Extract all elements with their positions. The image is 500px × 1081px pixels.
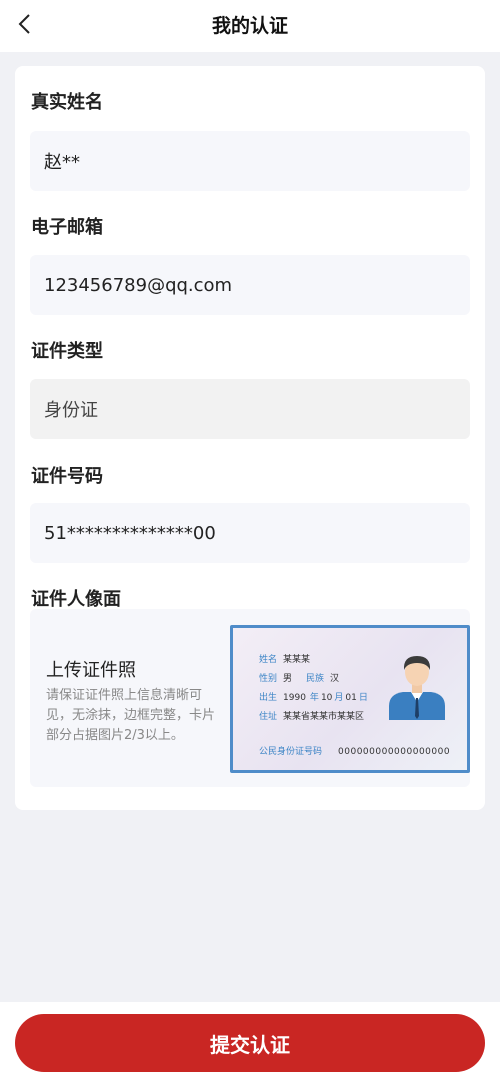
card-ethnicity-value: 汉: [330, 674, 340, 684]
portrait-avatar-icon: [389, 656, 445, 720]
submit-verification-button[interactable]: 提交认证: [15, 1014, 485, 1072]
card-month-key: 月: [334, 693, 344, 703]
card-number-key: 公民身份证号码: [259, 747, 323, 757]
email-label: 电子邮箱: [31, 217, 103, 238]
card-birth-month: 10: [320, 693, 333, 703]
card-ethnicity-key: 民族: [306, 674, 325, 684]
verification-form-card: 真实姓名 赵** 电子邮箱 123456789@qq.com 证件类型 身份证 …: [15, 66, 485, 810]
page-title: 我的认证: [211, 15, 288, 37]
card-number-value: 000000000000000000: [338, 747, 451, 757]
card-birth-key: 出生: [259, 693, 278, 703]
email-field[interactable]: 123456789@qq.com: [30, 255, 470, 315]
card-year-key: 年: [309, 693, 319, 703]
id-photo-upload-area[interactable]: 上传证件照 请保证证件照上信息清晰可见，无涂抹，边框完整，卡片部分占据图片2/3…: [30, 609, 470, 787]
id-photo-label: 证件人像面: [31, 589, 121, 610]
chevron-left-icon: [18, 14, 30, 34]
card-address-key: 住址: [259, 712, 278, 722]
card-gender-value: 男: [283, 674, 293, 684]
header-bar: 我的认证: [0, 0, 500, 52]
back-button[interactable]: [8, 6, 40, 42]
id-type-label: 证件类型: [31, 341, 103, 362]
upload-title: 上传证件照: [46, 660, 136, 681]
card-name-value: 某某某: [283, 655, 311, 665]
card-name-key: 姓名: [259, 655, 278, 665]
card-birth-year: 1990: [283, 693, 306, 703]
real-name-field[interactable]: 赵**: [30, 131, 470, 191]
id-number-field[interactable]: 51**************00: [30, 503, 470, 563]
upload-hint: 请保证证件照上信息清晰可见，无涂抹，边框完整，卡片部分占据图片2/3以上。: [46, 688, 216, 743]
id-card-sample-image[interactable]: 姓名 某某某 性别男 民族汉 出生 1990 年 10 月 01 日 住址 某某省某某市某某区 公…: [230, 625, 470, 773]
card-day-key: 日: [358, 693, 368, 703]
card-address-value: 某某省某某市某某区: [283, 712, 365, 722]
id-type-field[interactable]: 身份证: [30, 379, 470, 439]
card-birth-day: 01: [345, 693, 357, 703]
bottom-action-bar: 提交认证: [0, 1002, 500, 1081]
id-number-label: 证件号码: [31, 466, 103, 487]
real-name-label: 真实姓名: [31, 92, 103, 113]
card-gender-key: 性别: [259, 674, 278, 684]
